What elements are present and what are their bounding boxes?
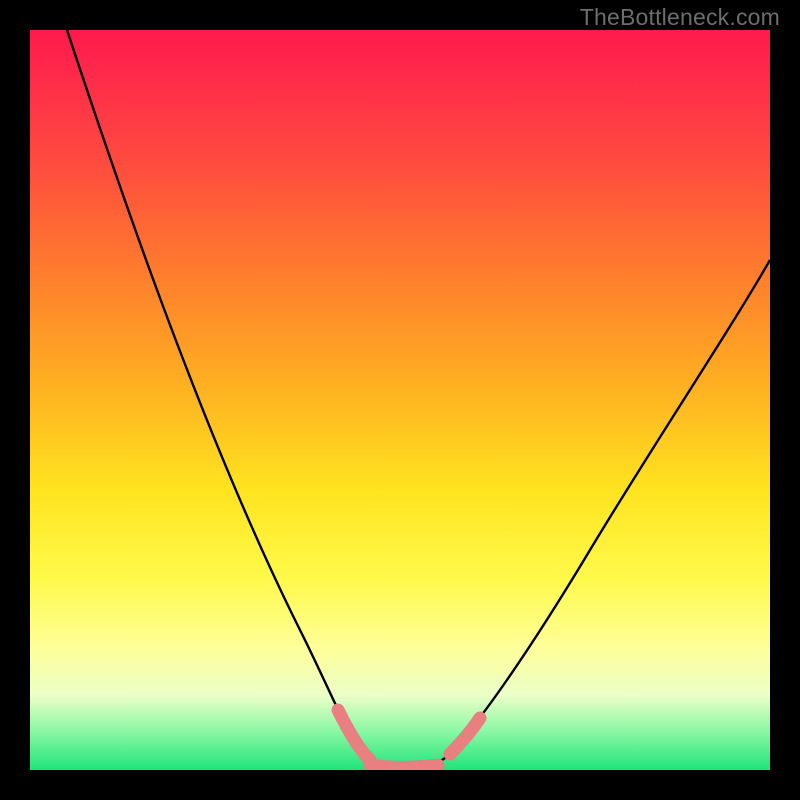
highlight-left (338, 710, 370, 760)
plot-area (30, 30, 770, 770)
curve-layer (30, 30, 770, 770)
bottleneck-curve (67, 30, 770, 767)
watermark-text: TheBottleneck.com (580, 4, 780, 31)
highlight-trough (370, 765, 438, 767)
highlight-right (450, 718, 480, 754)
chart-frame: TheBottleneck.com (0, 0, 800, 800)
